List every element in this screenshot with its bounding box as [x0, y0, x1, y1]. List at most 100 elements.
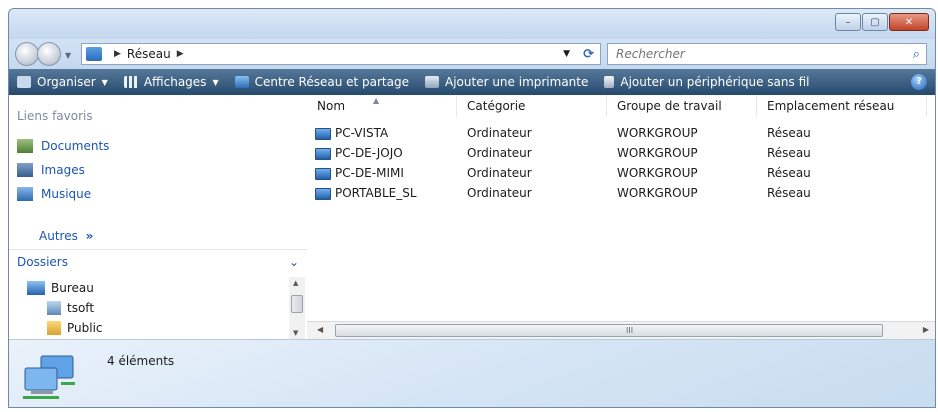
address-bar[interactable]: ▶ Réseau ▶ ▼ ⟳	[81, 43, 601, 65]
add-wireless-button[interactable]: Ajouter un périphérique sans fil	[596, 69, 817, 95]
address-row: ▼ ▶ Réseau ▶ ▼ ⟳ ⌕	[9, 39, 935, 69]
scroll-left-icon[interactable]: ◀	[317, 325, 323, 334]
favorite-label: Musique	[41, 187, 92, 201]
row-category: Ordinateur	[467, 166, 532, 180]
network-center-button[interactable]: Centre Réseau et partage	[227, 69, 417, 95]
printer-icon	[425, 76, 439, 88]
row-name-text: PC-DE-JOJO	[335, 146, 403, 160]
tree-item-label: Bureau	[51, 281, 94, 295]
table-row[interactable]: PC-DE-MIMI Ordinateur WORKGROUP Réseau	[307, 163, 927, 183]
minimize-button[interactable]: –	[835, 13, 861, 31]
row-location: Réseau	[767, 166, 811, 180]
row-name-cell: PC-VISTA	[315, 126, 388, 140]
file-list: Nom ▲ Catégorie Groupe de travail Emplac…	[307, 95, 935, 339]
chevron-down-icon: ▼	[101, 77, 108, 87]
computer-icon	[315, 127, 331, 140]
computer-icon	[315, 187, 331, 200]
command-bar: Organiser ▼ Affichages ▼ Centre Réseau e…	[9, 69, 935, 95]
scroll-down-icon[interactable]: ▼	[293, 329, 298, 337]
favorites-more-link[interactable]: Autres »	[39, 229, 93, 243]
details-pane: 4 éléments	[9, 339, 935, 407]
title-bar: – ▢ ✕	[9, 9, 935, 39]
more-label: Autres	[39, 229, 78, 243]
row-name-cell: PC-DE-JOJO	[315, 146, 403, 160]
scroll-right-icon[interactable]: ▶	[923, 325, 929, 334]
tree-item-bureau[interactable]: Bureau	[27, 281, 94, 295]
breadcrumb-arrow-icon[interactable]: ▶	[177, 49, 184, 59]
forward-button[interactable]	[37, 42, 61, 66]
horizontal-scroll-thumb[interactable]: III	[335, 324, 883, 337]
column-header-name[interactable]: Nom ▲	[307, 95, 457, 117]
tree-item-tsoft[interactable]: tsoft	[47, 301, 94, 315]
horizontal-scrollbar[interactable]: ◀ III ▶	[307, 321, 935, 340]
search-input[interactable]	[614, 46, 888, 62]
refresh-icon[interactable]: ⟳	[583, 47, 594, 62]
table-row[interactable]: PC-DE-JOJO Ordinateur WORKGROUP Réseau	[307, 143, 927, 163]
navigation-pane: Liens favoris Documents Images Musique A…	[9, 95, 308, 339]
folder-icon	[47, 321, 61, 335]
organize-icon	[17, 76, 31, 88]
views-icon	[123, 76, 138, 88]
table-row[interactable]: PORTABLE_SL Ordinateur WORKGROUP Réseau	[307, 183, 927, 203]
row-location: Réseau	[767, 146, 811, 160]
row-workgroup: WORKGROUP	[617, 126, 698, 140]
row-name-text: PORTABLE_SL	[335, 186, 417, 200]
back-button[interactable]	[15, 42, 39, 66]
images-icon	[17, 163, 33, 177]
favorite-label: Images	[41, 163, 85, 177]
column-header-category[interactable]: Catégorie	[457, 95, 607, 117]
row-workgroup: WORKGROUP	[617, 186, 698, 200]
row-name-cell: PC-DE-MIMI	[315, 166, 404, 180]
column-header-workgroup[interactable]: Groupe de travail	[607, 95, 757, 117]
explorer-window: – ▢ ✕ ▼ ▶ Réseau ▶ ▼ ⟳ ⌕ Organiser ▼ A	[8, 8, 936, 408]
favorite-documents[interactable]: Documents	[17, 139, 109, 153]
computer-icon	[315, 167, 331, 180]
user-icon	[47, 301, 61, 315]
recent-pages-dropdown[interactable]: ▼	[65, 51, 71, 60]
favorite-images[interactable]: Images	[17, 163, 85, 177]
network-icon	[86, 47, 102, 61]
item-count: 4 éléments	[107, 354, 175, 368]
address-dropdown-icon[interactable]: ▼	[563, 49, 570, 59]
row-name-text: PC-VISTA	[335, 126, 389, 140]
column-label: Groupe de travail	[617, 99, 722, 113]
row-location: Réseau	[767, 126, 811, 140]
table-row[interactable]: PC-VISTA Ordinateur WORKGROUP Réseau	[307, 123, 927, 143]
row-category: Ordinateur	[467, 186, 532, 200]
row-location: Réseau	[767, 186, 811, 200]
column-header-location[interactable]: Emplacement réseau	[757, 95, 927, 117]
folders-label: Dossiers	[17, 255, 68, 269]
sort-up-icon: ▲	[373, 96, 380, 105]
row-workgroup: WORKGROUP	[617, 166, 698, 180]
scroll-grip: III	[626, 326, 634, 335]
row-name-cell: PORTABLE_SL	[315, 186, 417, 200]
network-center-icon	[234, 76, 249, 88]
desktop-icon	[27, 281, 45, 295]
folders-header[interactable]: Dossiers ⌄	[9, 249, 307, 274]
help-icon[interactable]: ?	[911, 74, 927, 90]
computer-icon	[315, 147, 331, 160]
favorite-label: Documents	[41, 139, 110, 153]
add-printer-button[interactable]: Ajouter une imprimante	[417, 69, 596, 95]
column-label: Nom	[317, 99, 346, 113]
scroll-up-icon[interactable]: ▲	[293, 279, 298, 287]
maximize-button[interactable]: ▢	[862, 13, 888, 31]
favorite-music[interactable]: Musique	[17, 187, 91, 201]
tree-scrollbar[interactable]: ▲ ▼	[289, 277, 305, 339]
close-button[interactable]: ✕	[889, 13, 929, 31]
tree-item-public[interactable]: Public	[47, 321, 103, 335]
double-chevron-icon: »	[85, 229, 94, 243]
add-printer-label: Ajouter une imprimante	[445, 75, 589, 89]
network-center-label: Centre Réseau et partage	[254, 75, 409, 89]
breadcrumb-reseau[interactable]: Réseau	[127, 47, 171, 61]
add-wireless-label: Ajouter un périphérique sans fil	[620, 75, 810, 89]
music-icon	[17, 187, 33, 201]
favorites-header: Liens favoris	[17, 109, 93, 123]
tree-scroll-thumb[interactable]	[291, 295, 303, 313]
views-menu[interactable]: Affichages ▼	[116, 69, 227, 95]
breadcrumb-arrow-icon[interactable]: ▶	[114, 49, 121, 59]
search-icon[interactable]: ⌕	[913, 47, 920, 62]
organize-menu[interactable]: Organiser ▼	[9, 69, 116, 95]
tree-item-label: Public	[67, 321, 103, 335]
row-workgroup: WORKGROUP	[617, 146, 698, 160]
